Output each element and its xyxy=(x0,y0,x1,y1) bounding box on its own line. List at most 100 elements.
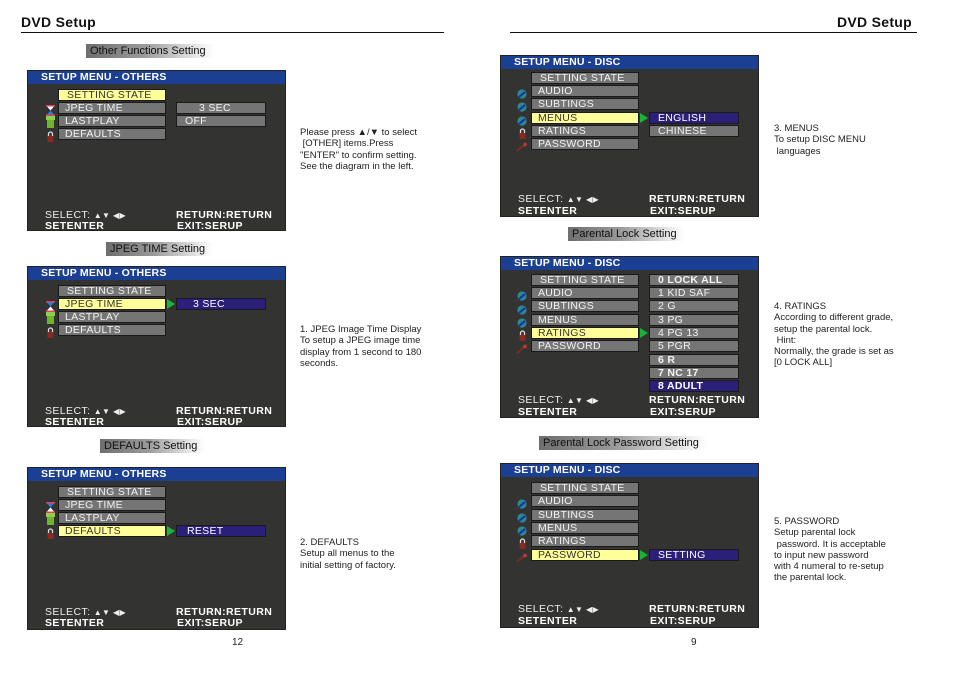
menu-item-subtings[interactable]: SUBTINGS xyxy=(531,300,639,312)
footer-setenter: SETENTER xyxy=(45,416,105,428)
menu-item-lastplay[interactable]: LASTPLAY xyxy=(58,115,166,127)
rating-option[interactable]: 5 PGR xyxy=(649,340,739,352)
rating-option-selected[interactable]: 8 ADULT xyxy=(649,380,739,392)
option-jpeg-value[interactable]: 3 SEC xyxy=(176,298,266,310)
menu-item-audio[interactable]: AUDIO xyxy=(531,495,639,507)
rating-option[interactable]: 6 R xyxy=(649,354,739,366)
menu-item-password[interactable]: PASSWORD xyxy=(531,549,639,561)
description-other-functions: Please press ▲/▼ to select [OTHER] items… xyxy=(300,127,418,172)
menu-item-subtings[interactable]: SUBTINGS xyxy=(531,509,639,521)
menu-item-password[interactable]: PASSWORD xyxy=(531,138,639,150)
rating-option[interactable]: 4 PG 13 xyxy=(649,327,739,339)
menu-item-setting-state[interactable]: SETTING STATE xyxy=(531,72,639,84)
menu-item-setting-state[interactable]: SETTING STATE xyxy=(58,285,166,297)
right-page-number: 9 xyxy=(691,637,697,648)
left-page-title: DVD Setup xyxy=(21,14,97,30)
disc-icon xyxy=(517,315,527,328)
option-setting[interactable]: SETTING xyxy=(649,549,739,561)
option-jpeg-value[interactable]: 3 SEC xyxy=(176,102,266,114)
footer-exit: EXIT:SERUP xyxy=(650,406,716,418)
osd-header: SETUP MENU - DISC xyxy=(501,464,758,477)
submenu-arrow-icon xyxy=(167,299,175,309)
lock-icon xyxy=(518,126,527,139)
key-icon xyxy=(516,550,527,563)
osd-others-jpeg: SETUP MENU - OTHERS SETTING STATE JPEG T… xyxy=(27,266,286,428)
disc-icon xyxy=(517,288,527,301)
footer-select: SELECT: ▲▼ ◀▶ xyxy=(518,603,599,615)
menu-item-setting-state[interactable]: SETTING STATE xyxy=(58,89,166,101)
disc-icon xyxy=(517,510,527,523)
menu-item-audio[interactable]: AUDIO xyxy=(531,287,639,299)
hourglass-icon xyxy=(46,500,55,513)
footer-exit: EXIT:SERUP xyxy=(177,416,243,428)
description-password: 5. PASSWORD Setup parental lock password… xyxy=(774,516,886,584)
disc-icon xyxy=(517,113,527,126)
footer-select: SELECT: ▲▼ ◀▶ xyxy=(518,193,599,205)
rating-option[interactable]: 3 PG xyxy=(649,314,739,326)
description-jpeg-time: 1. JPEG Image Time Display To setup a JP… xyxy=(300,324,422,369)
menu-item-ratings[interactable]: RATINGS xyxy=(531,327,639,339)
rating-option[interactable]: 7 NC 17 xyxy=(649,367,739,379)
arrow-keys-icon: ▲▼ ◀▶ xyxy=(566,195,600,204)
menu-item-defaults[interactable]: DEFAULTS xyxy=(58,324,166,336)
menu-item-menus[interactable]: MENUS xyxy=(531,112,639,124)
menu-item-defaults[interactable]: DEFAULTS xyxy=(58,525,166,537)
menu-item-setting-state[interactable]: SETTING STATE xyxy=(531,274,639,286)
battery-icon xyxy=(46,115,55,128)
option-reset[interactable]: RESET xyxy=(176,525,266,537)
option-lastplay-value[interactable]: OFF xyxy=(176,115,266,127)
caption-parental-lock: Parental Lock Setting xyxy=(568,227,685,241)
battery-icon xyxy=(46,512,55,525)
option-chinese[interactable]: CHINESE xyxy=(649,125,739,137)
battery-icon xyxy=(46,311,55,324)
menu-item-menus[interactable]: MENUS xyxy=(531,522,639,534)
menu-item-lastplay[interactable]: LASTPLAY xyxy=(58,512,166,524)
menu-item-jpeg-time[interactable]: JPEG TIME xyxy=(58,499,166,511)
key-icon xyxy=(516,341,527,354)
menu-item-audio[interactable]: AUDIO xyxy=(531,85,639,97)
lock-icon xyxy=(518,536,527,549)
arrow-keys-icon: ▲▼ ◀▶ xyxy=(566,396,600,405)
select-label: SELECT: xyxy=(518,193,564,205)
disc-icon xyxy=(517,496,527,509)
osd-others-state: SETUP MENU - OTHERS SETTING STATE JPEG T… xyxy=(27,70,286,232)
submenu-arrow-icon xyxy=(640,550,648,560)
select-label: SELECT: xyxy=(518,394,564,406)
osd-disc-menus: SETUP MENU - DISC SETTING STATE AUDIO SU… xyxy=(500,55,759,217)
menu-item-password[interactable]: PASSWORD xyxy=(531,340,639,352)
menu-item-menus[interactable]: MENUS xyxy=(531,314,639,326)
caption-other-functions: Other Functions Setting xyxy=(86,44,214,58)
rating-option[interactable]: 1 KID SAF xyxy=(649,287,739,299)
osd-header: SETUP MENU - DISC xyxy=(501,56,758,69)
footer-setenter: SETENTER xyxy=(518,205,578,217)
caption-parental-lock-password: Parental Lock Password Setting xyxy=(539,436,707,450)
hourglass-icon xyxy=(46,103,55,116)
hourglass-icon xyxy=(46,299,55,312)
menu-item-lastplay[interactable]: LASTPLAY xyxy=(58,311,166,323)
submenu-arrow-icon xyxy=(167,526,175,536)
menu-item-setting-state[interactable]: SETTING STATE xyxy=(531,482,639,494)
submenu-arrow-icon xyxy=(640,328,648,338)
rating-option[interactable]: 0 LOCK ALL xyxy=(649,274,739,286)
menu-item-defaults[interactable]: DEFAULTS xyxy=(58,128,166,140)
menu-item-ratings[interactable]: RATINGS xyxy=(531,125,639,137)
lock-icon xyxy=(46,129,55,142)
lock-icon xyxy=(518,328,527,341)
select-label: SELECT: xyxy=(518,603,564,615)
menu-item-ratings[interactable]: RATINGS xyxy=(531,535,639,547)
osd-header: SETUP MENU - OTHERS xyxy=(28,267,285,280)
menu-item-subtings[interactable]: SUBTINGS xyxy=(531,98,639,110)
footer-exit: EXIT:SERUP xyxy=(650,205,716,217)
footer-return: RETURN:RETURN xyxy=(649,193,746,205)
osd-header: SETUP MENU - OTHERS xyxy=(28,71,285,84)
menu-item-jpeg-time[interactable]: JPEG TIME xyxy=(58,298,166,310)
arrow-keys-icon: ▲▼ ◀▶ xyxy=(566,605,600,614)
arrow-keys-icon: ▲▼ ◀▶ xyxy=(93,608,127,617)
rating-option[interactable]: 2 G xyxy=(649,300,739,312)
menu-item-jpeg-time[interactable]: JPEG TIME xyxy=(58,102,166,114)
footer-setenter: SETENTER xyxy=(45,220,105,232)
description-ratings: 4. RATINGS According to different grade,… xyxy=(774,301,894,369)
menu-item-setting-state[interactable]: SETTING STATE xyxy=(58,486,166,498)
footer-exit: EXIT:SERUP xyxy=(650,615,716,627)
option-english[interactable]: ENGLISH xyxy=(649,112,739,124)
